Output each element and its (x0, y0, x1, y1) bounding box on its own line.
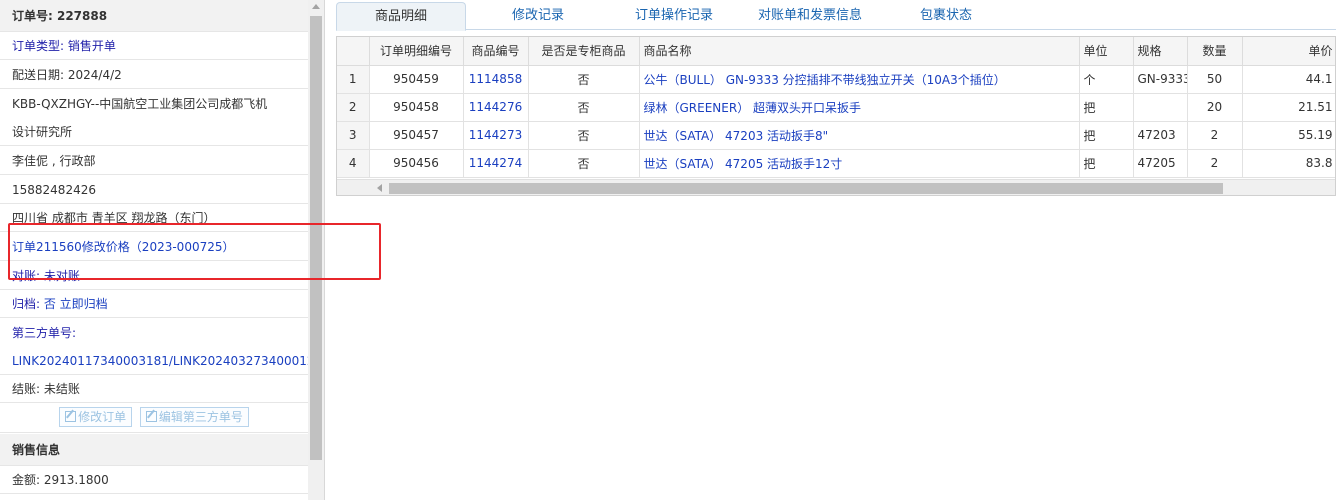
scroll-up-arrow-icon[interactable] (312, 4, 320, 9)
quantity: 2 (1187, 149, 1243, 178)
phone-row: 15882482426 (0, 176, 308, 204)
counter-item: 否 (528, 93, 640, 122)
detail-panel: 商品明细 修改记录 订单操作记录 对账单和发票信息 包裹状态 订单明细编号 商品… (336, 0, 1336, 500)
product-id-link[interactable]: 1144273 (463, 121, 529, 150)
detail-tabs: 商品明细 修改记录 订单操作记录 对账单和发票信息 包裹状态 (336, 2, 1336, 31)
row-number: 2 (337, 93, 370, 122)
scrollbar-thumb[interactable] (389, 183, 1223, 194)
spec: 47205 (1133, 149, 1188, 178)
unit: 把 (1079, 93, 1134, 122)
edit-order-button[interactable]: 修改订单 (59, 407, 133, 427)
table-horizontal-scrollbar[interactable] (337, 179, 1335, 195)
delivery-date-value: 2024/4/2 (67, 68, 122, 82)
unit-price: 55.19 (1242, 121, 1335, 150)
order-number-header: 订单号: 227888 (0, 0, 308, 32)
table-header-row: 订单明细编号 商品编号 是否是专柜商品 商品名称 单位 规格 数量 单价 (337, 37, 1335, 66)
tab-product-details[interactable]: 商品明细 (336, 2, 466, 31)
archive-row: 归档: 否 立即归档 (0, 290, 308, 318)
quantity: 50 (1187, 65, 1243, 94)
unit: 把 (1079, 121, 1134, 150)
table-row[interactable]: 2 950458 1144276 否 绿林（GREENER） 超薄双头开口呆扳手… (337, 93, 1335, 122)
detail-id: 950459 (369, 65, 464, 94)
third-party-label: 第三方单号: (12, 326, 77, 340)
edit-third-party-label: 编辑第三方单号 (158, 410, 243, 424)
col-detail-id[interactable]: 订单明细编号 (369, 37, 464, 66)
sales-info-header: 销售信息 (0, 434, 308, 466)
detail-id: 950457 (369, 121, 464, 150)
delivery-date-row: 配送日期: 2024/4/2 (0, 61, 308, 89)
unit: 个 (1079, 65, 1134, 94)
tab-operation-log[interactable]: 订单操作记录 (614, 2, 734, 30)
row-number: 4 (337, 149, 370, 178)
tab-invoice-info[interactable]: 对账单和发票信息 (744, 2, 876, 30)
product-name-link[interactable]: 绿林（GREENER） 超薄双头开口呆扳手 (639, 93, 1080, 122)
archive-link[interactable]: 否 立即归档 (44, 297, 108, 311)
spec: GN-9333 (1133, 65, 1188, 94)
highlight-annotation-box (8, 223, 381, 280)
counter-item: 否 (528, 149, 640, 178)
unit-price: 44.1 (1242, 65, 1335, 94)
product-name-link[interactable]: 公牛（BULL） GN-9333 分控插排不带线独立开关（10A3个插位） (639, 65, 1080, 94)
product-name-link[interactable]: 世达（SATA） 47203 活动扳手8" (639, 121, 1080, 150)
product-name-link[interactable]: 世达（SATA） 47205 活动扳手12寸 (639, 149, 1080, 178)
col-product-id[interactable]: 商品编号 (463, 37, 529, 66)
order-type-row: 订单类型: 销售开单 (0, 32, 308, 60)
detail-id: 950458 (369, 93, 464, 122)
edit-icon (65, 411, 77, 422)
tab-modify-log[interactable]: 修改记录 (476, 2, 600, 30)
unit-price: 83.8 (1242, 149, 1335, 178)
third-party-label-row: 第三方单号: (0, 319, 308, 347)
spec: 47203 (1133, 121, 1188, 150)
third-party-value-row: LINK20240117340003181/LINK20240327340001… (0, 347, 308, 375)
quantity: 20 (1187, 93, 1243, 122)
edit-third-party-button[interactable]: 编辑第三方单号 (139, 407, 249, 427)
archive-label: 归档: (12, 297, 44, 311)
contact-row: 李佳伲 , 行政部 (0, 147, 308, 175)
table-row[interactable]: 4 950456 1144274 否 世达（SATA） 47205 活动扳手12… (337, 149, 1335, 178)
product-id-link[interactable]: 1114858 (463, 65, 529, 94)
col-unit[interactable]: 单位 (1079, 37, 1134, 66)
counter-item: 否 (528, 121, 640, 150)
customer-row: KBB-QXZHGY--中国航空工业集团公司成都飞机 (12, 97, 268, 111)
row-number: 3 (337, 121, 370, 150)
tab-package-status[interactable]: 包裹状态 (896, 2, 996, 30)
col-spec[interactable]: 规格 (1133, 37, 1188, 66)
table-row[interactable]: 3 950457 1144273 否 世达（SATA） 47203 活动扳手8"… (337, 121, 1335, 150)
unit: 把 (1079, 149, 1134, 178)
spec (1133, 93, 1188, 122)
counter-item: 否 (528, 65, 640, 94)
amount-row: 金额: 2913.1800 (0, 466, 308, 494)
order-type-value: 销售开单 (67, 39, 116, 53)
edit-icon (145, 411, 157, 422)
col-quantity[interactable]: 数量 (1187, 37, 1243, 66)
product-table: 订单明细编号 商品编号 是否是专柜商品 商品名称 单位 规格 数量 单价 1 9… (336, 36, 1336, 196)
col-unit-price[interactable]: 单价 (1242, 37, 1335, 66)
detail-id: 950456 (369, 149, 464, 178)
app-root: 订单号: 227888 订单类型: 销售开单 配送日期: 2024/4/2 KB… (0, 0, 1336, 500)
quantity: 2 (1187, 121, 1243, 150)
col-counter-item[interactable]: 是否是专柜商品 (528, 37, 640, 66)
row-number: 1 (337, 65, 370, 94)
settlement-row: 结账: 未结账 (0, 375, 308, 403)
order-type-label: 订单类型: (12, 39, 68, 53)
action-buttons: 修改订单 编辑第三方单号 (0, 403, 308, 433)
product-id-link[interactable]: 1144274 (463, 149, 529, 178)
table-row[interactable]: 1 950459 1114858 否 公牛（BULL） GN-9333 分控插排… (337, 65, 1335, 94)
scroll-left-arrow-icon[interactable] (377, 184, 382, 192)
col-rownum (337, 37, 370, 66)
col-product-name[interactable]: 商品名称 (639, 37, 1080, 66)
edit-order-label: 修改订单 (78, 410, 127, 424)
third-party-value[interactable]: LINK20240117340003181/LINK20240327340001… (12, 354, 308, 368)
customer-row-2: 设计研究所 (0, 118, 308, 146)
product-id-link[interactable]: 1144276 (463, 93, 529, 122)
unit-price: 21.51 (1242, 93, 1335, 122)
delivery-date-label: 配送日期: (12, 68, 68, 82)
